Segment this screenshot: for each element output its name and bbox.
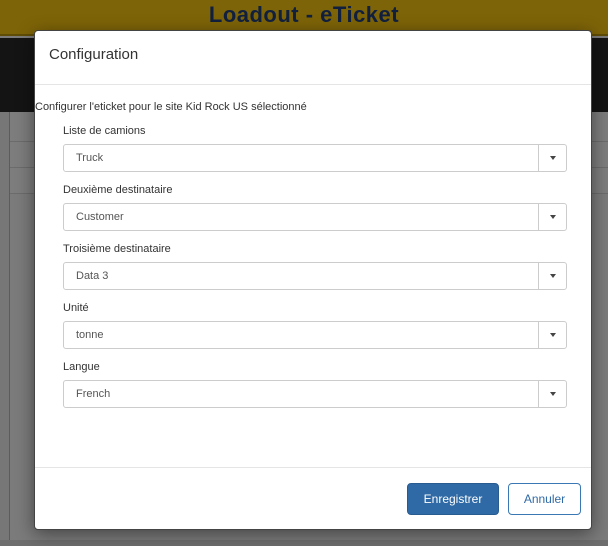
modal-body: Configurer l'eticket pour le site Kid Ro… bbox=[35, 85, 591, 408]
field-language: Langue French bbox=[63, 361, 577, 408]
field-label: Troisième destinataire bbox=[63, 243, 171, 255]
configuration-modal: Configuration Configurer l'eticket pour … bbox=[34, 30, 592, 530]
unit-select[interactable]: tonne bbox=[63, 321, 567, 349]
caret-down-icon bbox=[549, 156, 556, 160]
dropdown-button[interactable] bbox=[538, 381, 566, 407]
third-recipient-select[interactable]: Data 3 bbox=[63, 262, 567, 290]
dropdown-button[interactable] bbox=[538, 145, 566, 171]
select-value: French bbox=[76, 388, 111, 400]
background-sidebar bbox=[0, 112, 10, 546]
dropdown-button[interactable] bbox=[538, 322, 566, 348]
select-value: Customer bbox=[76, 211, 124, 223]
app-title: Loadout - eTicket bbox=[208, 2, 400, 27]
cancel-button[interactable]: Annuler bbox=[508, 483, 581, 515]
dropdown-button[interactable] bbox=[538, 263, 566, 289]
select-value: Truck bbox=[76, 152, 104, 164]
caret-down-icon bbox=[549, 333, 556, 337]
caret-down-icon bbox=[549, 215, 556, 219]
second-recipient-select[interactable]: Customer bbox=[63, 203, 567, 231]
language-select[interactable]: French bbox=[63, 380, 567, 408]
select-value: Data 3 bbox=[76, 270, 109, 282]
modal-intro-text: Configurer l'eticket pour le site Kid Ro… bbox=[35, 101, 307, 113]
field-third-recipient: Troisième destinataire Data 3 bbox=[63, 243, 577, 290]
truck-list-select[interactable]: Truck bbox=[63, 144, 567, 172]
caret-down-icon bbox=[549, 392, 556, 396]
field-unit: Unité tonne bbox=[63, 302, 577, 349]
modal-title: Configuration bbox=[49, 46, 139, 63]
select-value: tonne bbox=[76, 329, 104, 341]
save-button[interactable]: Enregistrer bbox=[407, 483, 499, 515]
modal-footer: Enregistrer Annuler bbox=[35, 467, 591, 529]
modal-header: Configuration bbox=[35, 31, 591, 85]
dropdown-button[interactable] bbox=[538, 204, 566, 230]
field-label: Unité bbox=[63, 302, 89, 314]
field-second-recipient: Deuxième destinataire Customer bbox=[63, 184, 577, 231]
field-label: Langue bbox=[63, 361, 100, 373]
field-label: Deuxième destinataire bbox=[63, 184, 173, 196]
field-truck-list: Liste de camions Truck bbox=[63, 125, 577, 172]
caret-down-icon bbox=[549, 274, 556, 278]
field-label: Liste de camions bbox=[63, 125, 146, 137]
background-footer bbox=[0, 540, 608, 546]
